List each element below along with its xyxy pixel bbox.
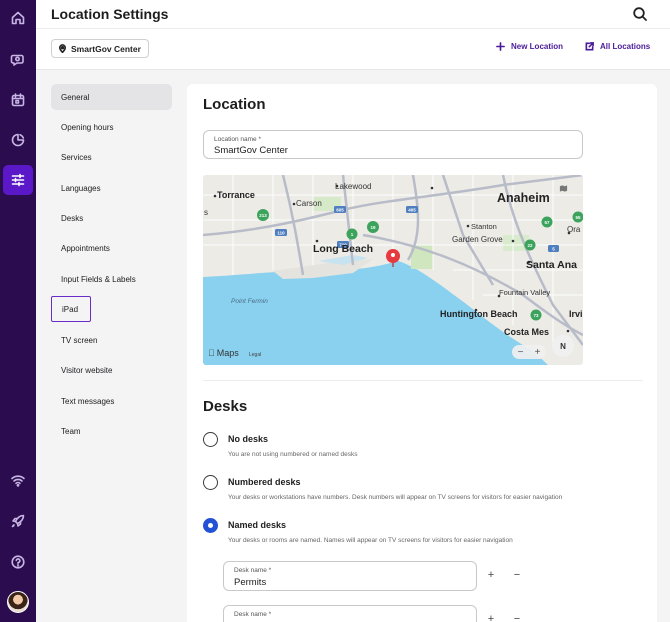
- search-chat-icon[interactable]: [0, 44, 36, 74]
- numbered-desks-title: Numbered desks: [228, 477, 301, 487]
- nav-item-visitor-website[interactable]: Visitor website: [51, 357, 172, 383]
- nav-item-languages[interactable]: Languages: [51, 175, 172, 201]
- svg-text:55: 55: [575, 215, 581, 220]
- svg-text:19: 19: [370, 225, 376, 230]
- add-desk-button-2[interactable]: +: [486, 613, 496, 622]
- rocket-icon[interactable]: [0, 506, 36, 536]
- named-desks-title: Named desks: [228, 520, 287, 530]
- map-label-point-fermin: Point Fermin: [231, 298, 268, 305]
- content-card: Location Location name * SmartGov Center: [187, 84, 657, 622]
- apple-icon: : [208, 348, 215, 358]
- side-rail: [0, 0, 36, 622]
- location-name-value: SmartGov Center: [214, 145, 288, 156]
- no-desks-description: You are not using numbered or named desk…: [228, 451, 358, 458]
- named-desks-description: Your desks or rooms are named. Names wil…: [228, 537, 513, 544]
- numbered-desks-radio[interactable]: [203, 475, 218, 490]
- svg-text:22: 22: [527, 243, 533, 248]
- remove-desk-button-2[interactable]: −: [512, 613, 522, 622]
- svg-text:213: 213: [259, 213, 267, 218]
- nav-item-general[interactable]: General: [51, 84, 172, 110]
- all-locations-label: All Locations: [600, 42, 651, 51]
- map-layers-icon[interactable]: [559, 184, 568, 193]
- top-header: Location Settings: [36, 0, 670, 29]
- svg-text:605: 605: [336, 208, 344, 213]
- map-label-costa-mesa: Costa Mes: [504, 327, 550, 337]
- page-title: Location Settings: [51, 6, 169, 22]
- desk-name-label: Desk name *: [234, 567, 272, 574]
- nav-item-ipad[interactable]: iPad: [51, 296, 91, 322]
- location-selector[interactable]: SmartGov Center: [51, 39, 149, 58]
- nav-item-desks[interactable]: Desks: [51, 205, 172, 231]
- map-label-anaheim: Anaheim: [497, 191, 550, 205]
- nav-item-text-messages[interactable]: Text messages: [51, 388, 172, 414]
- map-label-santa-ana: Santa Ana: [526, 259, 577, 271]
- map-label-lakewood: Lakewood: [335, 182, 372, 191]
- remove-desk-button[interactable]: −: [512, 569, 522, 581]
- location-heading: Location: [203, 96, 266, 113]
- add-desk-button[interactable]: +: [486, 569, 496, 581]
- home-icon[interactable]: [0, 3, 36, 33]
- svg-text:405: 405: [408, 208, 416, 213]
- external-link-icon: [585, 42, 594, 51]
- apple-maps-logo: Maps: [208, 348, 239, 358]
- help-icon[interactable]: [0, 547, 36, 577]
- location-toolbar: SmartGov Center New Location All Locatio…: [36, 29, 670, 70]
- calendar-icon[interactable]: [0, 85, 36, 115]
- no-desks-radio[interactable]: [203, 432, 218, 447]
- desk-name-value: Permits: [234, 577, 267, 588]
- search-icon[interactable]: [632, 6, 648, 22]
- desk-name-field-2[interactable]: Desk name *: [223, 605, 477, 622]
- nav-item-services[interactable]: Services: [51, 144, 172, 170]
- map-label-fountain-valley: Fountain Valley: [499, 288, 551, 297]
- plus-icon: [496, 42, 505, 51]
- maps-logo-text: Maps: [210, 348, 239, 358]
- no-desks-title: No desks: [228, 434, 269, 444]
- sliders-icon[interactable]: [3, 165, 33, 195]
- zoom-in-button[interactable]: +: [535, 347, 541, 358]
- location-name-field[interactable]: Location name * SmartGov Center: [203, 130, 583, 159]
- nav-item-input-fields[interactable]: Input Fields & Labels: [51, 266, 172, 292]
- zoom-out-button[interactable]: −: [518, 347, 524, 358]
- nav-item-tv-screen[interactable]: TV screen: [51, 327, 172, 353]
- numbered-desks-description: Your desks or workstations have numbers.…: [228, 494, 563, 501]
- location-pin-icon: [58, 44, 67, 53]
- named-desks-radio[interactable]: [203, 518, 218, 533]
- map-zoom-control[interactable]: − +: [512, 345, 546, 359]
- location-map[interactable]: 605 405 110 710 213 19 1 22 57 55 73 5 T…: [203, 175, 583, 365]
- new-location-label: New Location: [511, 42, 564, 51]
- section-divider: [203, 380, 643, 381]
- nav-item-opening-hours[interactable]: Opening hours: [51, 114, 172, 140]
- map-label-torrance: Torrance: [217, 190, 255, 200]
- desk-name-field[interactable]: Desk name * Permits: [223, 561, 477, 591]
- map-label-garden-grove: Garden Grove: [452, 235, 503, 244]
- pie-chart-icon[interactable]: [0, 125, 36, 155]
- nav-item-appointments[interactable]: Appointments: [51, 235, 172, 261]
- desk-name-label-2: Desk name *: [234, 611, 272, 618]
- map-label-orange: Ora: [567, 225, 581, 234]
- avatar[interactable]: [7, 591, 29, 613]
- all-locations-button[interactable]: All Locations: [585, 42, 650, 51]
- wifi-icon[interactable]: [0, 465, 36, 495]
- map-label-irvine: Irvi: [569, 309, 583, 319]
- map-label-stanton: Stanton: [471, 222, 497, 231]
- svg-text:57: 57: [544, 220, 550, 225]
- map-label-long-beach: Long Beach: [313, 243, 374, 255]
- map-legal-link[interactable]: Legal: [249, 352, 261, 358]
- location-name-label: Location name *: [214, 136, 261, 143]
- map-compass[interactable]: N: [552, 335, 574, 357]
- new-location-button[interactable]: New Location: [496, 42, 563, 51]
- map-label-huntington-beach: Huntington Beach: [440, 309, 518, 319]
- map-label-carson: Carson: [296, 199, 322, 208]
- svg-text:73: 73: [533, 313, 539, 318]
- location-selector-label: SmartGov Center: [71, 43, 141, 54]
- desks-heading: Desks: [203, 398, 248, 415]
- map-label-edge: s: [204, 208, 208, 217]
- svg-text:110: 110: [277, 231, 285, 236]
- nav-item-team[interactable]: Team: [51, 418, 172, 444]
